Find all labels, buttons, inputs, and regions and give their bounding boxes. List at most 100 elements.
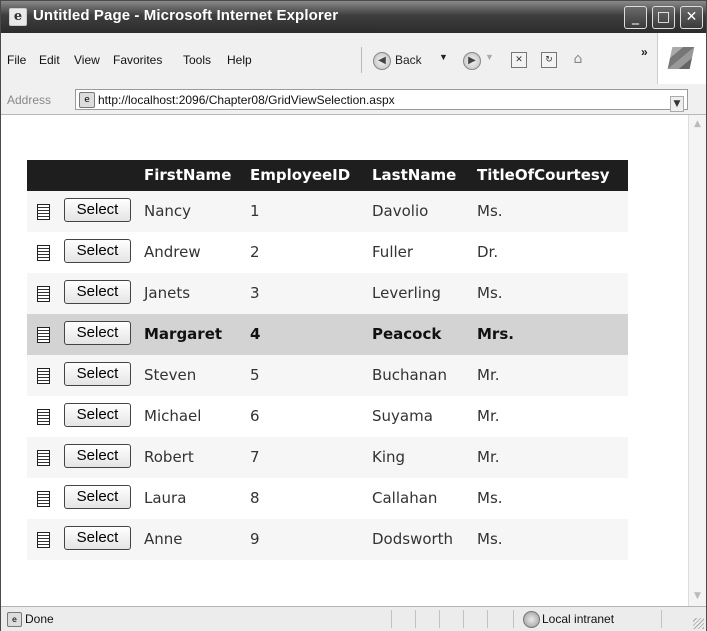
employee-gridview: FirstName EmployeeID LastName TitleOfCou… [27, 160, 628, 560]
intranet-zone-icon [523, 611, 540, 628]
table-row: Select Michael 6 Suyama Mr. [27, 396, 628, 437]
cell-titleofcourtesy: Mr. [477, 448, 500, 466]
document-icon [37, 245, 50, 261]
select-button[interactable]: Select [64, 321, 131, 345]
menu-tools[interactable]: Tools [183, 53, 211, 67]
address-url[interactable]: http://localhost:2096/Chapter08/GridView… [98, 93, 395, 107]
maximize-button[interactable]: □ [652, 6, 675, 29]
table-row: Select Margaret 4 Peacock Mrs. [27, 314, 628, 355]
address-dropdown-icon[interactable]: ▼ [670, 96, 684, 112]
status-divider [487, 610, 488, 628]
cell-firstname: Steven [144, 366, 197, 384]
status-divider [513, 610, 514, 628]
minimize-button[interactable]: _ [624, 6, 647, 29]
cell-lastname: Suyama [372, 407, 433, 425]
cell-firstname: Andrew [144, 243, 201, 261]
cell-lastname: Callahan [372, 489, 438, 507]
cell-titleofcourtesy: Ms. [477, 284, 503, 302]
home-icon[interactable]: ⌂ [571, 52, 585, 66]
scroll-down-icon[interactable]: ▼ [691, 590, 704, 603]
cell-firstname: Laura [144, 489, 187, 507]
status-bar: e Done Local intranet [1, 606, 706, 631]
cell-lastname: Peacock [372, 325, 442, 343]
title-bar: e Untitled Page - Microsoft Internet Exp… [1, 1, 706, 33]
forward-dropdown-icon[interactable]: ▼ [485, 52, 494, 62]
windows-logo-area [657, 33, 706, 84]
status-divider [463, 610, 464, 628]
back-arrow-icon[interactable]: ◀ [373, 52, 391, 70]
grid-body: Select Nancy 1 Davolio Ms. Select Andrew 2 Fulle… [27, 191, 628, 560]
select-button[interactable]: Select [64, 485, 131, 509]
cell-lastname: King [372, 448, 406, 466]
address-input[interactable]: e http://localhost:2096/Chapter08/GridVi… [75, 89, 688, 112]
cell-firstname: Nancy [144, 202, 192, 220]
cell-firstname: Margaret [144, 325, 223, 343]
browser-window: e Untitled Page - Microsoft Internet Exp… [0, 0, 707, 631]
forward-arrow-icon[interactable]: ▶ [463, 52, 481, 70]
cell-firstname: Robert [144, 448, 194, 466]
back-dropdown-icon[interactable]: ▼ [439, 52, 448, 62]
page-content: FirstName EmployeeID LastName TitleOfCou… [1, 115, 689, 606]
scroll-up-icon[interactable]: ▲ [691, 118, 704, 131]
select-button[interactable]: Select [64, 403, 131, 427]
select-button[interactable]: Select [64, 198, 131, 222]
stop-icon[interactable]: ✕ [511, 52, 527, 68]
back-button-label[interactable]: Back [395, 53, 422, 67]
cell-titleofcourtesy: Mr. [477, 366, 500, 384]
cell-titleofcourtesy: Mr. [477, 407, 500, 425]
toolbar-overflow-icon[interactable]: » [641, 45, 648, 59]
cell-employeeid: 2 [250, 243, 260, 261]
table-row: Select Laura 8 Callahan Ms. [27, 478, 628, 519]
document-icon [37, 204, 50, 220]
address-label: Address [7, 93, 52, 107]
select-button[interactable]: Select [64, 239, 131, 263]
resize-grip[interactable] [693, 618, 704, 629]
cell-titleofcourtesy: Mrs. [477, 325, 514, 343]
cell-firstname: Anne [144, 530, 183, 548]
refresh-icon[interactable]: ↻ [541, 52, 557, 68]
table-row: Select Robert 7 King Mr. [27, 437, 628, 478]
status-divider [391, 610, 392, 628]
select-button[interactable]: Select [64, 526, 131, 550]
window-title: Untitled Page - Microsoft Internet Explo… [33, 7, 339, 24]
menu-view[interactable]: View [74, 53, 100, 67]
document-icon [37, 286, 50, 302]
select-button[interactable]: Select [64, 362, 131, 386]
menu-favorites[interactable]: Favorites [113, 53, 162, 67]
cell-lastname: Davolio [372, 202, 429, 220]
header-lastname: LastName [372, 166, 457, 184]
document-icon [37, 368, 50, 384]
document-icon [37, 532, 50, 548]
cell-titleofcourtesy: Dr. [477, 243, 499, 261]
cell-lastname: Buchanan [372, 366, 447, 384]
cell-employeeid: 1 [250, 202, 260, 220]
table-row: Select Anne 9 Dodsworth Ms. [27, 519, 628, 560]
page-icon: e [79, 92, 95, 108]
cell-employeeid: 4 [250, 325, 261, 343]
cell-employeeid: 6 [250, 407, 260, 425]
cell-employeeid: 9 [250, 530, 260, 548]
grid-header-row: FirstName EmployeeID LastName TitleOfCou… [27, 160, 628, 191]
menu-edit[interactable]: Edit [39, 53, 60, 67]
page-done-icon: e [7, 612, 22, 627]
cell-firstname: Janets [144, 284, 191, 302]
menu-help[interactable]: Help [227, 53, 252, 67]
cell-titleofcourtesy: Ms. [477, 530, 503, 548]
cell-lastname: Leverling [372, 284, 441, 302]
toolbar-separator [361, 47, 362, 73]
table-row: Select Janets 3 Leverling Ms. [27, 273, 628, 314]
cell-lastname: Fuller [372, 243, 414, 261]
select-button[interactable]: Select [64, 444, 131, 468]
select-button[interactable]: Select [64, 280, 131, 304]
vertical-scrollbar[interactable]: ▲ ▼ [688, 115, 706, 606]
menu-file[interactable]: File [7, 53, 26, 67]
close-button[interactable]: ✕ [680, 6, 703, 29]
table-row: Select Steven 5 Buchanan Mr. [27, 355, 628, 396]
cell-titleofcourtesy: Ms. [477, 489, 503, 507]
table-row: Select Nancy 1 Davolio Ms. [27, 191, 628, 232]
document-icon [37, 327, 50, 343]
cell-titleofcourtesy: Ms. [477, 202, 503, 220]
document-icon [37, 450, 50, 466]
status-text: Done [25, 612, 54, 626]
header-firstname: FirstName [144, 166, 232, 184]
